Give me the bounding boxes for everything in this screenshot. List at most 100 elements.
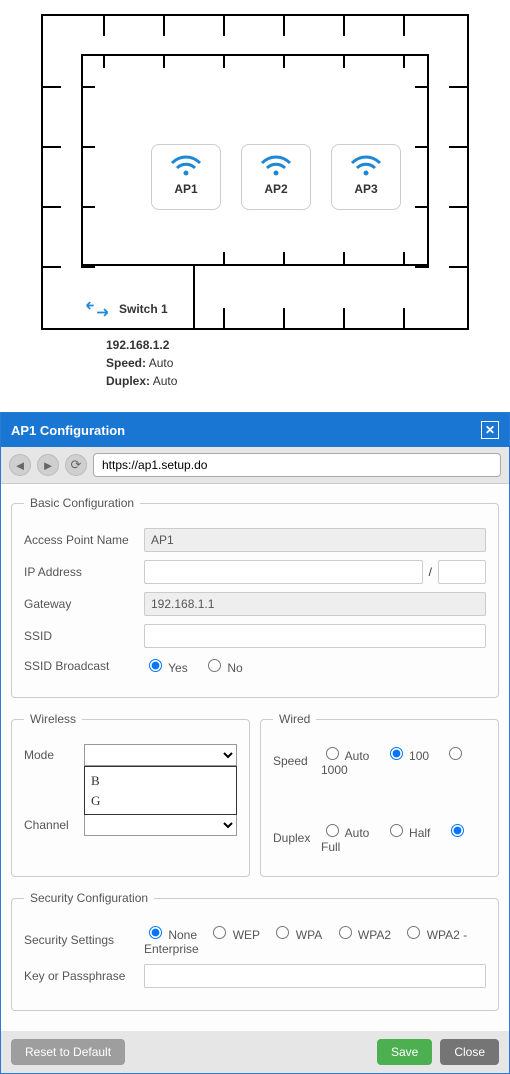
nav-forward-button[interactable]: ► <box>37 454 59 476</box>
switch-label: Switch 1 <box>119 302 168 316</box>
ap1-box[interactable]: AP1 <box>151 144 221 210</box>
speed-auto[interactable]: Auto <box>321 749 369 763</box>
speed-label: Speed <box>273 754 321 768</box>
wall-stub <box>403 54 405 68</box>
switch-box[interactable]: Switch 1 <box>85 300 168 318</box>
wall-stub <box>415 266 429 268</box>
duplex-auto[interactable]: Auto <box>321 826 369 840</box>
wall-stub <box>283 16 285 36</box>
wall-stub <box>223 308 225 328</box>
wall-stub <box>403 16 405 36</box>
gateway-field[interactable] <box>144 592 486 616</box>
channel-select[interactable] <box>84 814 237 836</box>
wall-stub <box>43 206 61 208</box>
duplex-label: Duplex <box>273 831 321 845</box>
ap2-box[interactable]: AP2 <box>241 144 311 210</box>
ap1-label: AP1 <box>152 182 220 196</box>
footer: Reset to Default Save Close <box>1 1031 509 1073</box>
wifi-icon <box>348 153 384 177</box>
close-button[interactable]: Close <box>440 1039 499 1065</box>
wall-stub <box>449 206 467 208</box>
save-button[interactable]: Save <box>377 1039 432 1065</box>
duplex-auto-text: Auto <box>345 826 370 840</box>
wall-stub <box>223 16 225 36</box>
window-close-button[interactable]: ✕ <box>481 421 499 439</box>
nav-back-button[interactable]: ◄ <box>9 454 31 476</box>
ap3-box[interactable]: AP3 <box>331 144 401 210</box>
switch-duplex-value: Auto <box>153 374 178 388</box>
wall-stub <box>343 54 345 68</box>
wall-stub <box>283 308 285 328</box>
wall-stub <box>81 206 95 208</box>
switch-speed-label: Speed: <box>106 356 146 370</box>
mode-option-g[interactable]: G <box>91 791 230 811</box>
switch-speed-value: Auto <box>149 356 174 370</box>
wall-stub <box>103 54 105 68</box>
wall-stub <box>43 86 61 88</box>
wall-stub <box>103 16 105 36</box>
wifi-icon <box>168 153 204 177</box>
sec-wpa2[interactable]: WPA2 <box>334 928 391 942</box>
sec-wpa-text: WPA <box>296 928 322 942</box>
switch-duplex-label: Duplex: <box>106 374 150 388</box>
channel-label: Channel <box>24 818 84 832</box>
wall-stub <box>343 252 345 266</box>
ap3-label: AP3 <box>332 182 400 196</box>
sec-wpa[interactable]: WPA <box>271 928 322 942</box>
ssid-label: SSID <box>24 629 144 643</box>
wireless-group: Wireless Mode B G Channel <box>11 712 250 877</box>
floorplan: AP1 AP2 AP3 Switch 1 <box>41 14 469 330</box>
basic-legend: Basic Configuration <box>24 496 140 510</box>
wall-stub <box>223 252 225 266</box>
security-group: Security Configuration Security Settings… <box>11 891 499 1011</box>
config-window: AP1 Configuration ✕ ◄ ► ⟳ Basic Configur… <box>0 412 510 1074</box>
mode-dropdown-list[interactable]: B G <box>84 766 237 815</box>
close-icon: ✕ <box>485 423 495 437</box>
wall-stub <box>415 86 429 88</box>
browser-toolbar: ◄ ► ⟳ <box>1 447 509 484</box>
duplex-half[interactable]: Half <box>385 826 431 840</box>
wall-stub <box>415 206 429 208</box>
wall-stub <box>449 266 467 268</box>
security-legend: Security Configuration <box>24 891 154 905</box>
duplex-radios: Auto Half Full <box>321 821 486 854</box>
sec-wpa2-text: WPA2 <box>358 928 391 942</box>
ip-mask-field[interactable] <box>438 560 486 584</box>
ip-field[interactable] <box>144 560 423 584</box>
sec-wep[interactable]: WEP <box>208 928 260 942</box>
duplex-half-text: Half <box>409 826 430 840</box>
duplex-full-text: Full <box>321 840 340 854</box>
wall-stub <box>403 252 405 266</box>
ip-label: IP Address <box>24 565 144 579</box>
sec-wep-text: WEP <box>233 928 260 942</box>
speed-100[interactable]: 100 <box>385 749 429 763</box>
url-input[interactable] <box>93 453 501 477</box>
reset-button[interactable]: Reset to Default <box>11 1039 125 1065</box>
mode-option-b[interactable]: B <box>91 771 230 791</box>
ssid-no-text: No <box>227 661 242 675</box>
ssid-broadcast-yes-radio[interactable] <box>149 659 162 672</box>
wall-stub <box>81 266 95 268</box>
sec-none-text: None <box>168 928 197 942</box>
arrow-left-icon: ◄ <box>14 458 27 473</box>
panel-body: Basic Configuration Access Point Name IP… <box>1 484 509 1031</box>
mode-select[interactable] <box>84 744 237 766</box>
wall-stub <box>193 266 195 328</box>
key-field[interactable] <box>144 964 486 988</box>
ap-name-field[interactable] <box>144 528 486 552</box>
floorplan-section: AP1 AP2 AP3 Switch 1 <box>0 0 510 394</box>
ap-name-label: Access Point Name <box>24 533 144 547</box>
wired-legend: Wired <box>273 712 316 726</box>
ip-slash: / <box>429 565 432 579</box>
wall-stub <box>223 54 225 68</box>
key-label: Key or Passphrase <box>24 969 144 983</box>
wall-stub <box>43 266 61 268</box>
wall-stub <box>81 86 95 88</box>
ssid-broadcast-no[interactable]: No <box>203 661 243 675</box>
sec-none[interactable]: None <box>144 928 197 942</box>
ssid-broadcast-yes[interactable]: Yes <box>144 661 188 675</box>
nav-refresh-button[interactable]: ⟳ <box>65 454 87 476</box>
ssid-broadcast-no-radio[interactable] <box>208 659 221 672</box>
ssid-field[interactable] <box>144 624 486 648</box>
wall-stub <box>81 146 95 148</box>
